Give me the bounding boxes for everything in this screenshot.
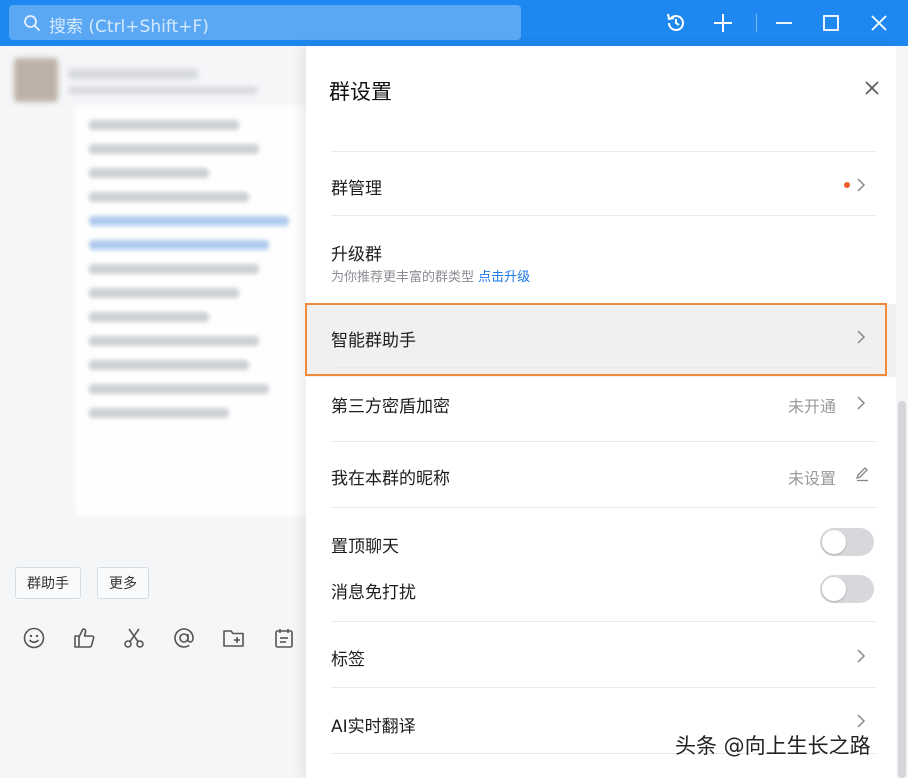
search-placeholder: 搜索 (Ctrl+Shift+F) (49, 17, 209, 37)
close-window-icon[interactable] (867, 11, 891, 35)
more-chip[interactable]: 更多 (97, 567, 149, 599)
add-icon[interactable] (711, 11, 735, 35)
edit-icon[interactable] (854, 466, 870, 482)
row-smart-assistant[interactable]: 智能群助手 (331, 304, 876, 368)
row-value: 未设置 (787, 469, 836, 488)
upgrade-description: 为你推荐更丰富的群类型 点击升级 (331, 270, 531, 285)
panel-scrollbar[interactable] (896, 46, 908, 778)
watermark: 头条 @向上生长之路 (675, 734, 871, 758)
row-group-management[interactable]: 群管理 (331, 152, 876, 216)
row-label: 智能群助手 (331, 331, 416, 351)
emoji-icon[interactable] (22, 626, 46, 650)
chevron-right-icon (857, 396, 866, 410)
minimize-icon[interactable] (772, 11, 796, 35)
thumbs-up-icon[interactable] (72, 626, 96, 650)
row-label: 标签 (331, 650, 365, 670)
divider (756, 14, 757, 32)
group-settings-panel: 群设置 群管理 升级群 为你推荐更丰富的群类型 点击升级 智能群助手 第三方密盾… (306, 46, 896, 778)
row-upgrade-group: 升级群 为你推荐更丰富的群类型 点击升级 (331, 216, 876, 304)
row-my-nickname[interactable]: 我在本群的昵称 未设置 (331, 442, 876, 508)
chevron-right-icon (857, 330, 866, 344)
pin-chat-toggle[interactable] (820, 528, 874, 556)
mute-toggle[interactable] (820, 575, 874, 603)
maximize-icon[interactable] (819, 11, 843, 35)
chevron-right-icon (857, 178, 866, 192)
panel-title: 群设置 (329, 80, 392, 104)
folder-add-icon[interactable] (222, 626, 246, 650)
notification-dot (844, 182, 850, 188)
search-icon (24, 15, 40, 31)
chevron-right-icon (857, 714, 866, 728)
pin-chat-label: 置顶聊天 (331, 537, 399, 557)
row-label: 升级群 (331, 245, 382, 265)
row-label: 第三方密盾加密 (331, 397, 450, 417)
scissors-icon[interactable] (122, 626, 146, 650)
schedule-icon[interactable] (272, 626, 296, 650)
row-value: 未开通 (787, 397, 836, 416)
chevron-right-icon (857, 649, 866, 663)
history-icon[interactable] (664, 11, 688, 35)
title-bar: 搜索 (Ctrl+Shift+F) (0, 0, 908, 46)
toggles-group: 置顶聊天 消息免打扰 (331, 508, 876, 622)
close-icon[interactable] (862, 78, 882, 98)
mute-label: 消息免打扰 (331, 583, 416, 603)
row-label: 我在本群的昵称 (331, 469, 450, 489)
row-tags[interactable]: 标签 (331, 622, 876, 688)
blurred-message-bubble (75, 106, 315, 516)
search-box[interactable]: 搜索 (Ctrl+Shift+F) (9, 5, 521, 40)
row-label: AI实时翻译 (331, 717, 416, 737)
chat-area: 群助手 更多 (0, 46, 320, 778)
mention-icon[interactable] (172, 626, 196, 650)
upgrade-link[interactable]: 点击升级 (478, 270, 530, 285)
row-label: 群管理 (331, 179, 382, 199)
group-assistant-chip[interactable]: 群助手 (15, 567, 81, 599)
row-third-party-encryption[interactable]: 第三方密盾加密 未开通 (331, 368, 876, 442)
